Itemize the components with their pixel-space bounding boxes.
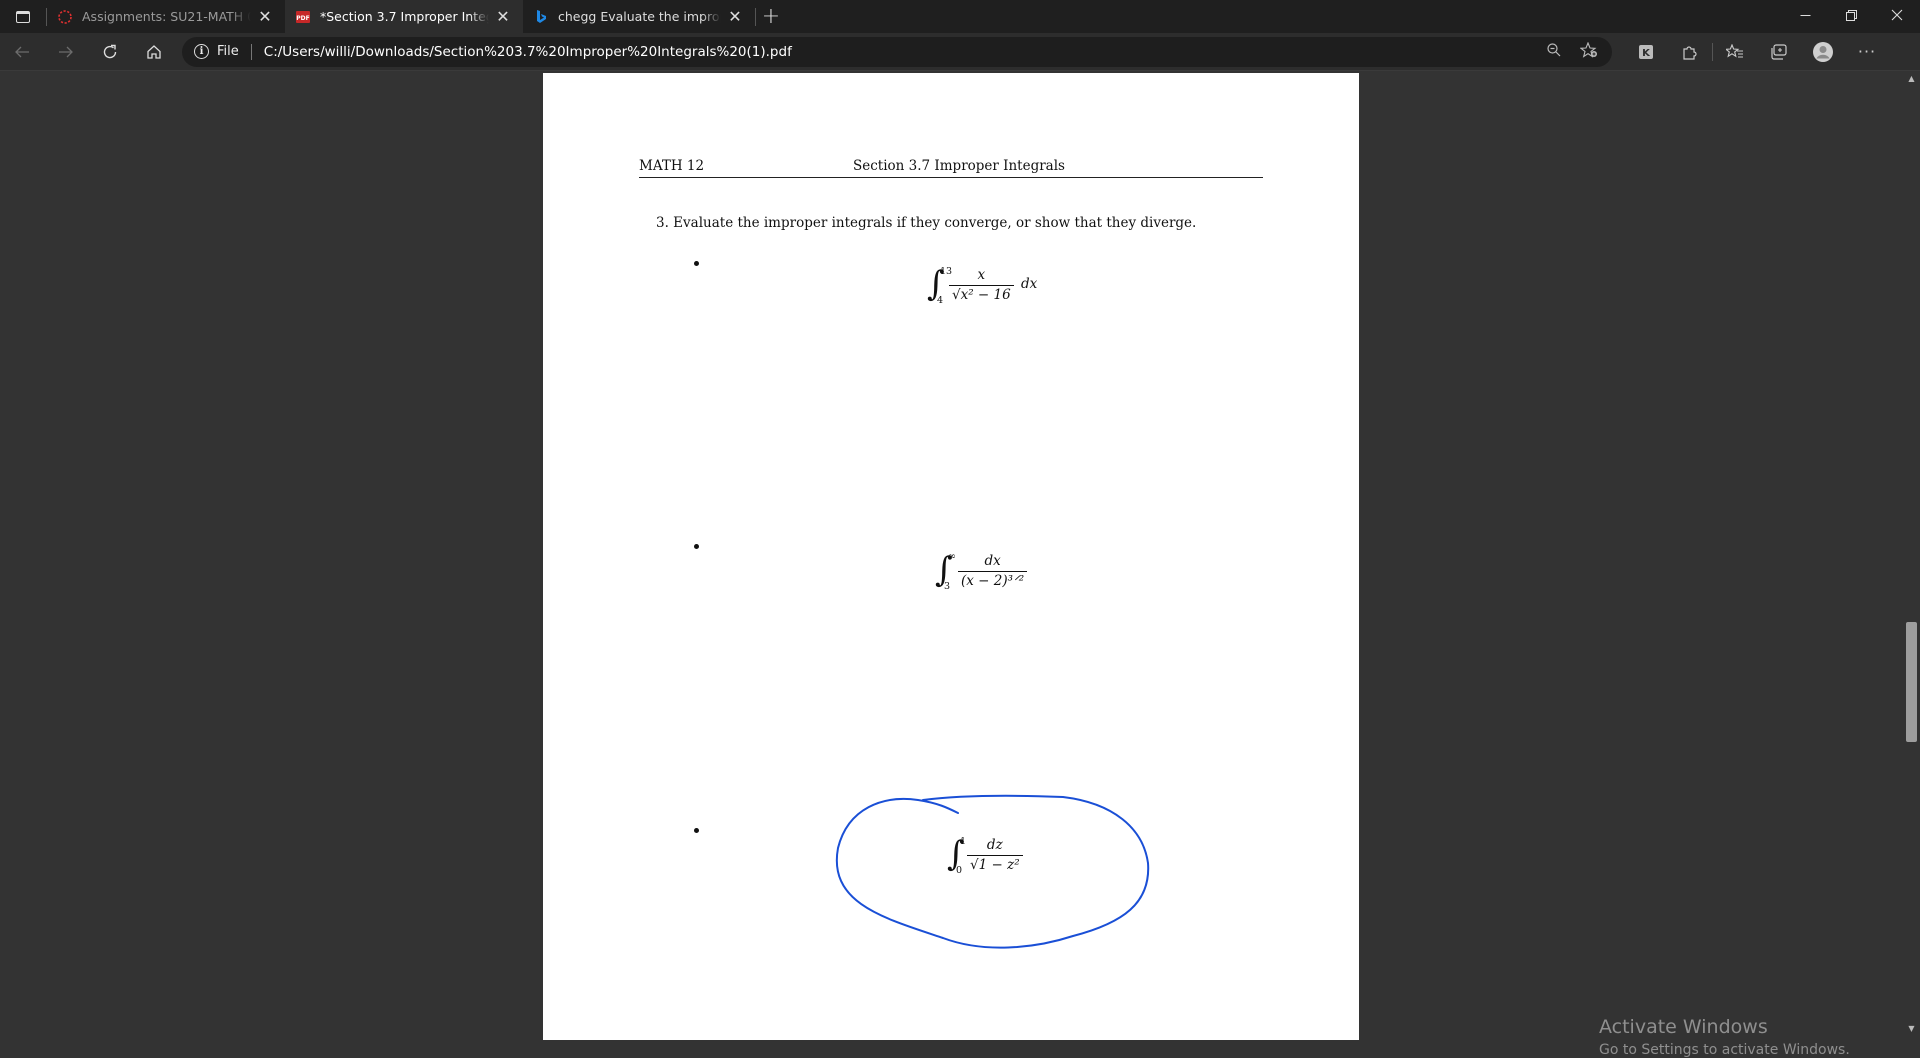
svg-text:K: K: [1642, 48, 1651, 59]
back-button[interactable]: [0, 33, 44, 71]
close-icon[interactable]: ✕: [493, 7, 513, 27]
restore-button[interactable]: [1828, 0, 1874, 30]
favorites-icon: [1726, 43, 1743, 58]
settings-more-button[interactable]: ···: [1845, 33, 1889, 71]
zoom-out-icon[interactable]: [1546, 42, 1562, 62]
more-icon: ···: [1857, 42, 1877, 61]
site-info-button[interactable]: i File: [194, 44, 239, 59]
avatar-icon: [1813, 41, 1833, 62]
svg-text:PDF: PDF: [296, 15, 309, 22]
watermark-subtitle: Go to Settings to activate Windows.: [1599, 1042, 1850, 1058]
watermark-title: Activate Windows: [1599, 1016, 1768, 1038]
arrow-left-icon: [15, 46, 29, 57]
tab-actions-icon: [16, 10, 30, 23]
favorites-button[interactable]: [1713, 33, 1757, 71]
scrollbar-thumb[interactable]: [1906, 622, 1917, 742]
ink-annotation[interactable]: [543, 73, 1359, 1040]
puzzle-icon: [1683, 45, 1697, 60]
home-button[interactable]: [132, 33, 176, 71]
refresh-button[interactable]: [88, 33, 132, 71]
extension-k-icon: K: [1639, 44, 1653, 59]
tab-label: Assignments: SU21-MATH 012 0: [82, 9, 251, 24]
tab-actions-button[interactable]: [0, 0, 46, 33]
pdf-page: MATH 12 Section 3.7 Improper Integrals 3…: [543, 73, 1359, 1040]
profile-button[interactable]: [1801, 33, 1845, 71]
scroll-down-icon[interactable]: ▼: [1906, 1024, 1917, 1038]
tab-label: chegg Evaluate the improper int: [558, 9, 721, 24]
address-bar[interactable]: i File C:/Users/willi/Downloads/Section%…: [182, 36, 1612, 67]
scheme-label: File: [217, 44, 239, 59]
url-text[interactable]: C:/Users/willi/Downloads/Section%203.7%2…: [264, 44, 1546, 60]
new-tab-button[interactable]: +: [756, 0, 786, 33]
close-icon[interactable]: ✕: [255, 7, 275, 27]
tab-assignments[interactable]: Assignments: SU21-MATH 012 0 ✕: [47, 0, 285, 33]
tab-strip: Assignments: SU21-MATH 012 0 ✕ PDF *Sect…: [0, 0, 1920, 33]
tab-section-pdf[interactable]: PDF *Section 3.7 Improper Integrals ( ✕: [285, 0, 523, 33]
collections-button[interactable]: [1757, 33, 1801, 71]
extensions-button[interactable]: [1668, 33, 1712, 71]
scroll-up-icon[interactable]: ▲: [1906, 74, 1917, 88]
tab-label: *Section 3.7 Improper Integrals (: [320, 9, 489, 24]
loading-spinner-icon: [57, 9, 73, 25]
arrow-right-icon: [59, 46, 73, 57]
address-divider: [250, 43, 252, 60]
pdf-icon: PDF: [295, 9, 311, 25]
forward-button[interactable]: [44, 33, 88, 71]
minimize-button[interactable]: [1782, 0, 1828, 30]
refresh-icon: [103, 44, 117, 58]
navigation-toolbar: i File C:/Users/willi/Downloads/Section%…: [0, 33, 1920, 71]
info-icon: i: [194, 44, 209, 59]
tab-chegg-search[interactable]: chegg Evaluate the improper int ✕: [523, 0, 755, 33]
vertical-scrollbar[interactable]: ▲ ▼: [1904, 72, 1920, 1040]
add-favorite-icon[interactable]: [1579, 41, 1598, 62]
home-icon: [147, 44, 161, 59]
activate-windows-watermark: Activate Windows Go to Settings to activ…: [1599, 1016, 1850, 1058]
bing-icon: [533, 9, 549, 25]
extension-k-button[interactable]: K: [1624, 33, 1668, 71]
close-icon[interactable]: ✕: [725, 7, 745, 27]
window-controls: [1782, 0, 1920, 30]
collections-icon: [1771, 43, 1787, 60]
pdf-viewer: MATH 12 Section 3.7 Improper Integrals 3…: [0, 72, 1920, 1058]
close-window-button[interactable]: [1874, 0, 1920, 30]
